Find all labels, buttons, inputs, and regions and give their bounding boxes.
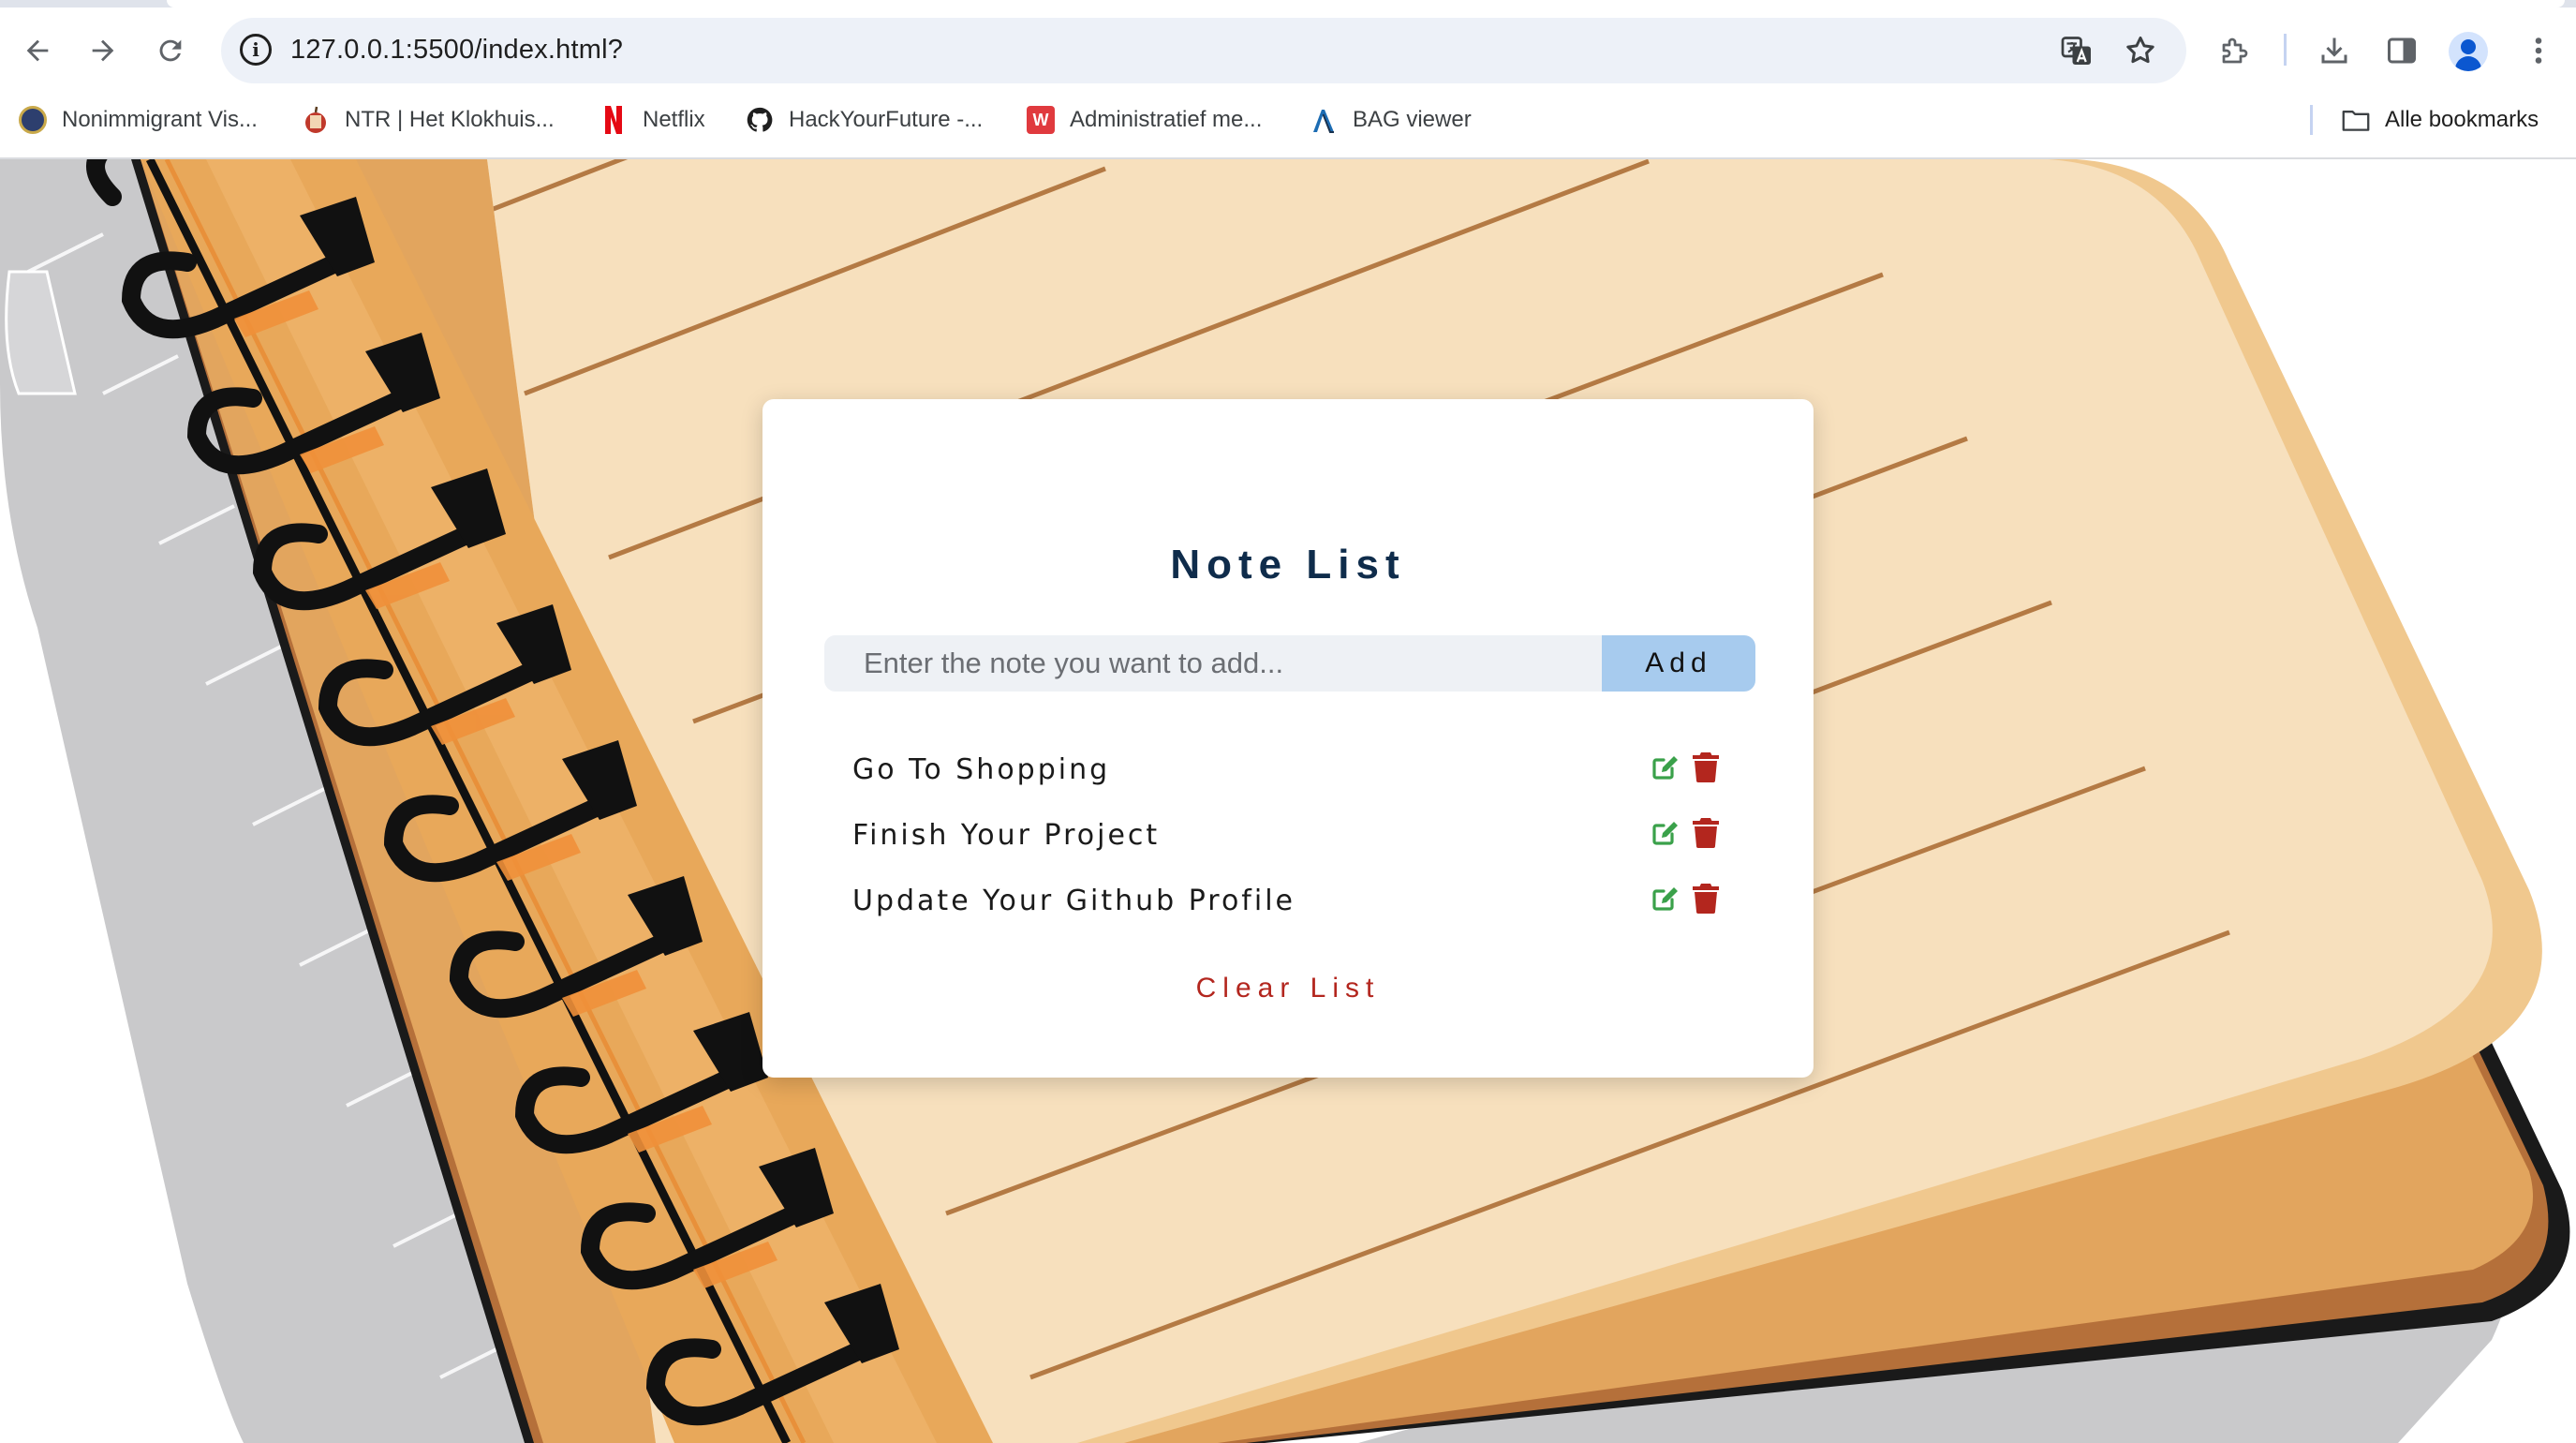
menu-kebab-icon[interactable] <box>2518 30 2559 71</box>
trash-icon[interactable] <box>1692 751 1720 782</box>
note-text: Update Your Github Profile <box>852 885 1295 917</box>
bookmarks-divider <box>2310 105 2313 135</box>
address-bar[interactable]: i 127.0.0.1:5500/index.html? <box>221 18 2186 83</box>
edit-icon[interactable] <box>1651 883 1680 913</box>
note-input[interactable] <box>824 635 1602 692</box>
clear-list-button[interactable]: Clear List <box>762 973 1814 1004</box>
browser-chrome: i 127.0.0.1:5500/index.html? Nonimmigran… <box>0 0 2576 159</box>
bookmark-label: HackYourFuture -... <box>789 107 984 132</box>
note-text: Finish Your Project <box>852 819 1161 852</box>
seal-icon <box>19 106 47 134</box>
reload-icon[interactable] <box>148 28 193 73</box>
note-item: Finish Your Project <box>852 811 1750 877</box>
bookmarks-bar: Nonimmigrant Vis... NTR | Het Klokhuis..… <box>0 97 2576 142</box>
download-icon[interactable] <box>2314 30 2355 71</box>
bookmark-label: BAG viewer <box>1353 107 1472 132</box>
toolbar-divider <box>2284 34 2287 66</box>
note-text: Go To Shopping <box>852 753 1111 786</box>
bookmark-label: Netflix <box>643 107 705 132</box>
trash-icon[interactable] <box>1692 882 1720 914</box>
profile-avatar-icon[interactable] <box>2449 32 2488 71</box>
edit-icon[interactable] <box>1651 817 1680 847</box>
back-arrow-icon[interactable] <box>15 28 60 73</box>
note-item: Go To Shopping <box>852 746 1750 811</box>
forward-arrow-icon[interactable] <box>81 28 126 73</box>
app-title: Note List <box>1170 542 1406 588</box>
bookmark-nonimmigrant-visa[interactable]: Nonimmigrant Vis... <box>19 97 258 142</box>
folder-icon <box>2342 106 2370 134</box>
add-note-form: Add <box>824 635 1755 692</box>
note-list: Go To Shopping Finish Your Project Updat… <box>852 746 1750 943</box>
page-viewport: Note List Add Go To Shopping Finish Your… <box>0 159 2576 1443</box>
w-icon: W <box>1027 106 1055 134</box>
bookmark-netflix[interactable]: Netflix <box>600 97 705 142</box>
translate-icon[interactable] <box>2059 33 2095 68</box>
edit-icon[interactable] <box>1651 751 1680 781</box>
bookmark-star-icon[interactable] <box>2123 33 2158 68</box>
side-panel-icon[interactable] <box>2381 30 2422 71</box>
url-text[interactable]: 127.0.0.1:5500/index.html? <box>290 35 623 66</box>
bookmark-label: NTR | Het Klokhuis... <box>345 107 555 132</box>
active-tab[interactable] <box>167 0 2565 7</box>
bookmark-bag-viewer[interactable]: BAG viewer <box>1310 97 1472 142</box>
trash-icon[interactable] <box>1692 816 1720 848</box>
bookmark-administratief[interactable]: W Administratief me... <box>1027 97 1262 142</box>
bag-icon <box>1310 106 1338 134</box>
all-bookmarks-folder[interactable]: Alle bookmarks <box>2342 97 2539 142</box>
bookmark-ntr-klokhuis[interactable]: NTR | Het Klokhuis... <box>302 97 555 142</box>
note-item: Update Your Github Profile <box>852 877 1750 943</box>
site-info-icon[interactable]: i <box>240 34 272 66</box>
add-note-button[interactable]: Add <box>1602 635 1755 692</box>
bookmark-hackyourfuture[interactable]: HackYourFuture -... <box>746 97 983 142</box>
github-icon <box>746 106 774 134</box>
netflix-icon <box>600 106 628 134</box>
extensions-icon[interactable] <box>2214 30 2256 71</box>
note-list-card: Note List Add Go To Shopping Finish Your… <box>762 399 1814 1078</box>
bookmark-label: Nonimmigrant Vis... <box>62 107 258 132</box>
tab-strip <box>0 0 2576 7</box>
bookmark-label: Administratief me... <box>1070 107 1263 132</box>
apple-icon <box>302 106 330 134</box>
all-bookmarks-label: Alle bookmarks <box>2385 107 2539 132</box>
